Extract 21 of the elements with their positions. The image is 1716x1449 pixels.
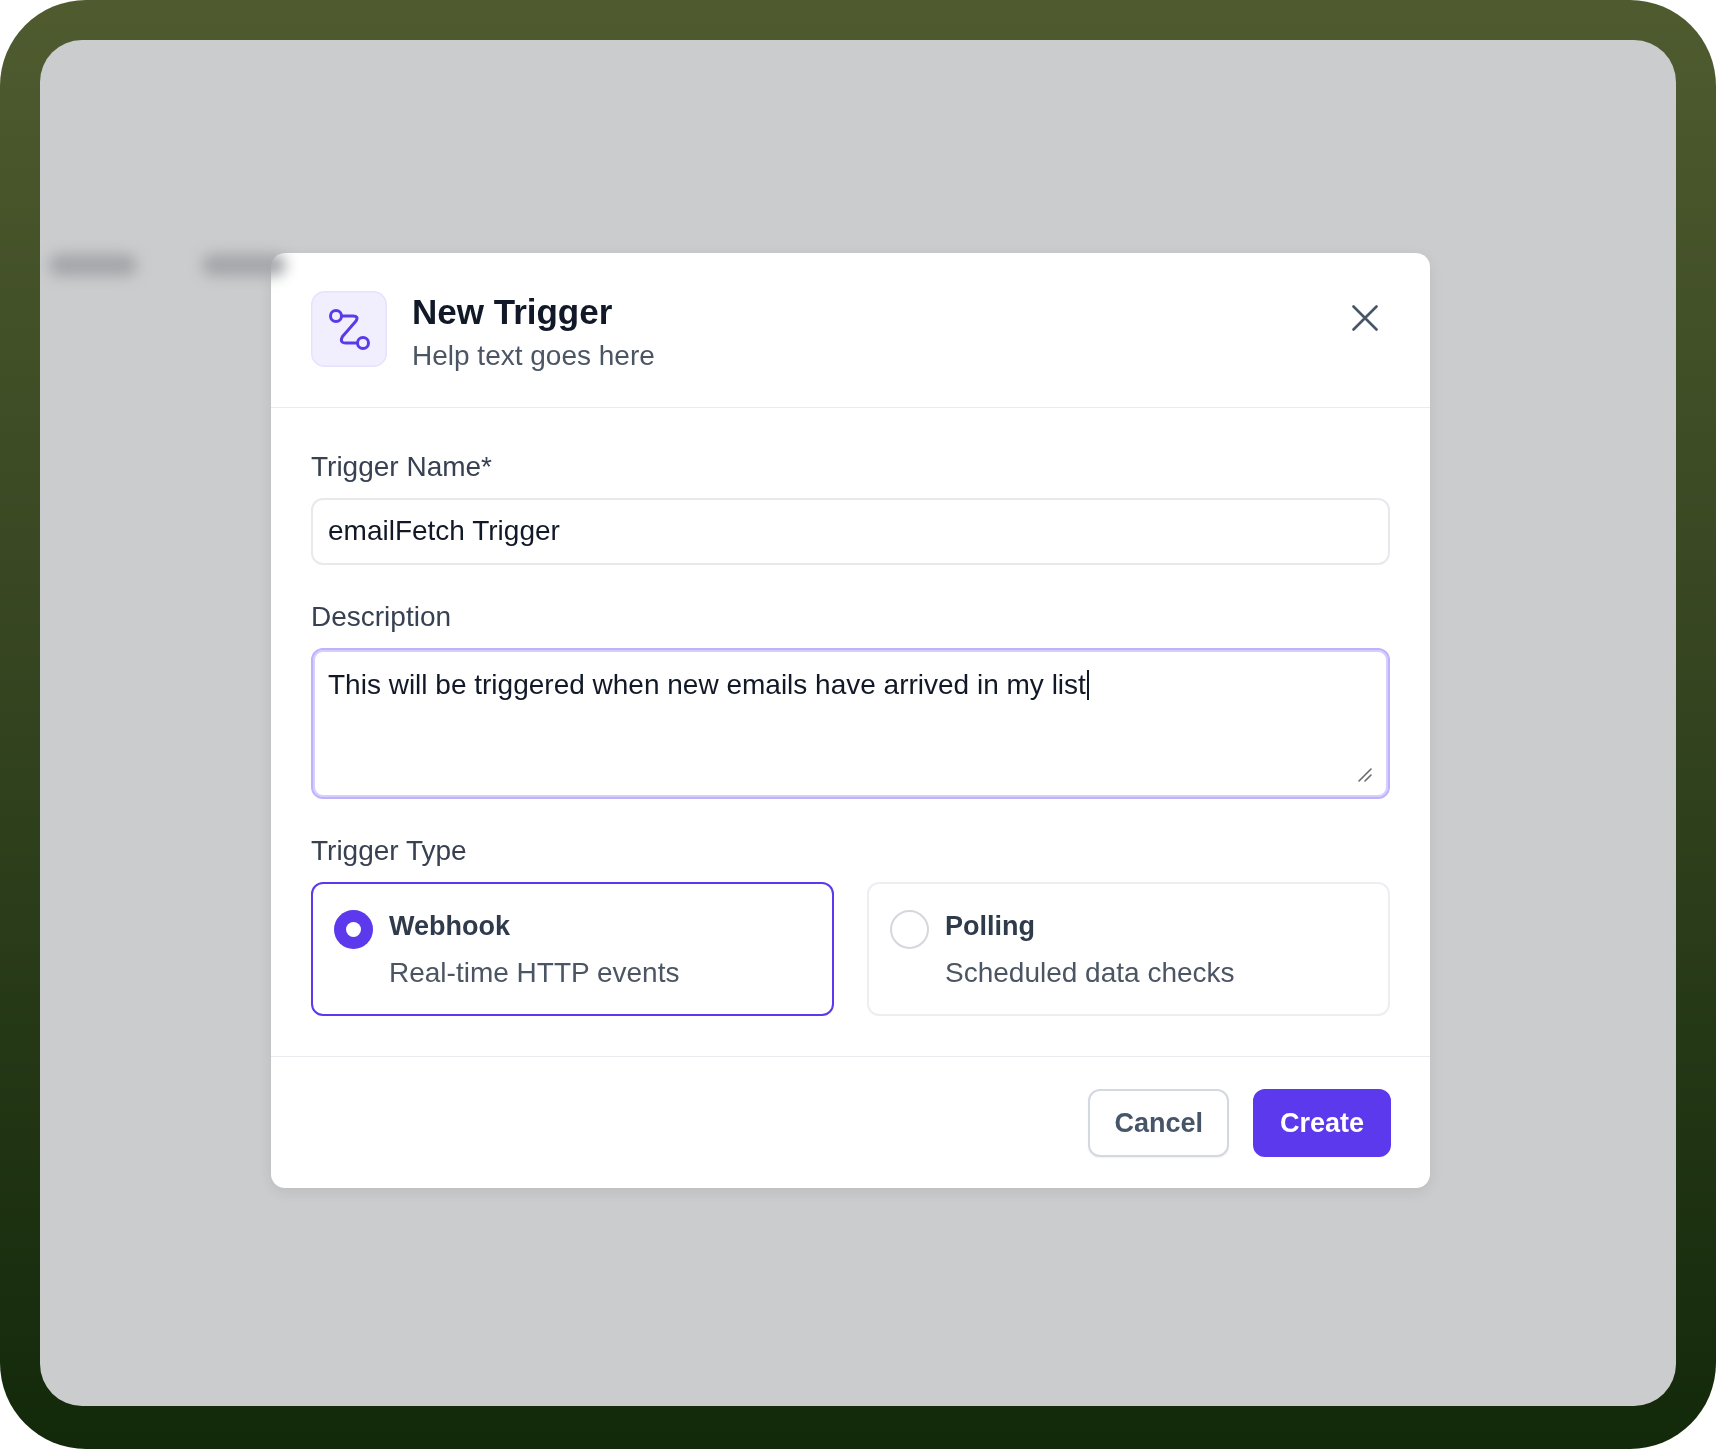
close-icon[interactable] bbox=[1352, 305, 1378, 331]
text-input-field[interactable]: emailFetch Trigger bbox=[311, 498, 1390, 565]
resize-handle-icon[interactable] bbox=[1358, 768, 1372, 782]
dialog-title: New Trigger bbox=[412, 291, 613, 333]
option-title: Webhook bbox=[389, 910, 510, 943]
radio-option-card[interactable]: Polling Scheduled data checks bbox=[867, 882, 1390, 1016]
route-icon bbox=[311, 291, 387, 367]
option-description: Real-time HTTP events bbox=[389, 956, 680, 990]
option-description: Scheduled data checks bbox=[945, 956, 1235, 990]
field-label: Trigger Name* bbox=[311, 452, 492, 482]
radio-button[interactable] bbox=[890, 910, 929, 949]
text-cursor-icon bbox=[1086, 670, 1089, 700]
secondary-button[interactable]: Cancel bbox=[1088, 1089, 1229, 1157]
field-label: Description bbox=[311, 602, 452, 632]
dialog-subtitle: Help text goes here bbox=[412, 339, 655, 373]
primary-button[interactable]: Create bbox=[1252, 1089, 1391, 1157]
option-title: Polling bbox=[945, 910, 1035, 943]
radio-button[interactable] bbox=[334, 910, 373, 949]
textarea-field[interactable]: This will be triggered when new emails have arrived in my list bbox=[311, 648, 1390, 799]
radio-option-card[interactable]: Webhook Real-time HTTP events bbox=[311, 882, 834, 1016]
field-label: Trigger Type bbox=[311, 836, 467, 866]
